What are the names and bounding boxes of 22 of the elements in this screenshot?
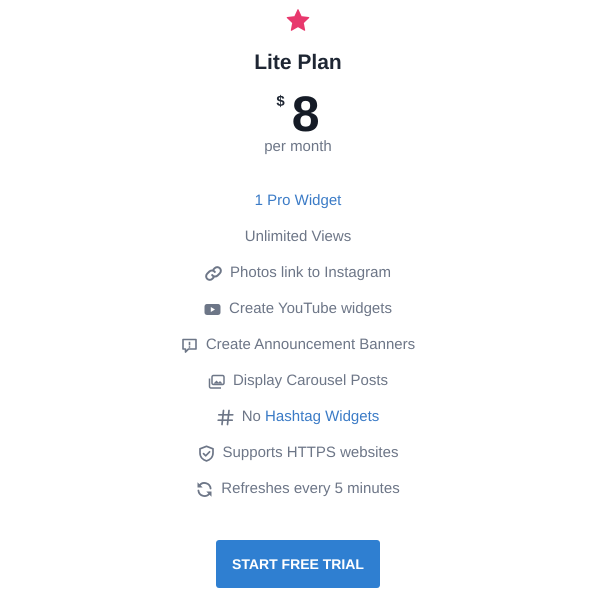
refresh-icon [196, 480, 214, 498]
feature-text: Photos link to Instagram [230, 262, 391, 283]
message-alert-icon [180, 336, 198, 354]
price-amount: 8 [292, 91, 320, 137]
feature-text: No Hashtag Widgets [242, 406, 380, 427]
feature-text: Supports HTTPS websites [222, 442, 398, 463]
star-icon [286, 9, 310, 32]
plan-title: Lite Plan [254, 50, 342, 76]
feature-text: Unlimited Views [244, 226, 352, 247]
start-free-trial-button[interactable]: START FREE TRIAL [216, 540, 380, 588]
feature-text: Create YouTube widgets [229, 298, 392, 319]
feature-text: Create Announcement Banners [206, 334, 416, 355]
images-icon [208, 372, 225, 390]
link-icon [205, 264, 222, 282]
price-period: per month [264, 137, 332, 157]
shield-check-icon [198, 444, 215, 462]
feature-text: Display Carousel Posts [232, 370, 388, 391]
currency-symbol: $ [276, 94, 285, 109]
feature-text: Refreshes every 5 minutes [221, 478, 400, 499]
hashtag-icon [216, 408, 234, 426]
feature-link[interactable]: Hashtag Widgets [265, 408, 380, 425]
feature-link[interactable]: 1 Pro Widget [254, 190, 342, 212]
